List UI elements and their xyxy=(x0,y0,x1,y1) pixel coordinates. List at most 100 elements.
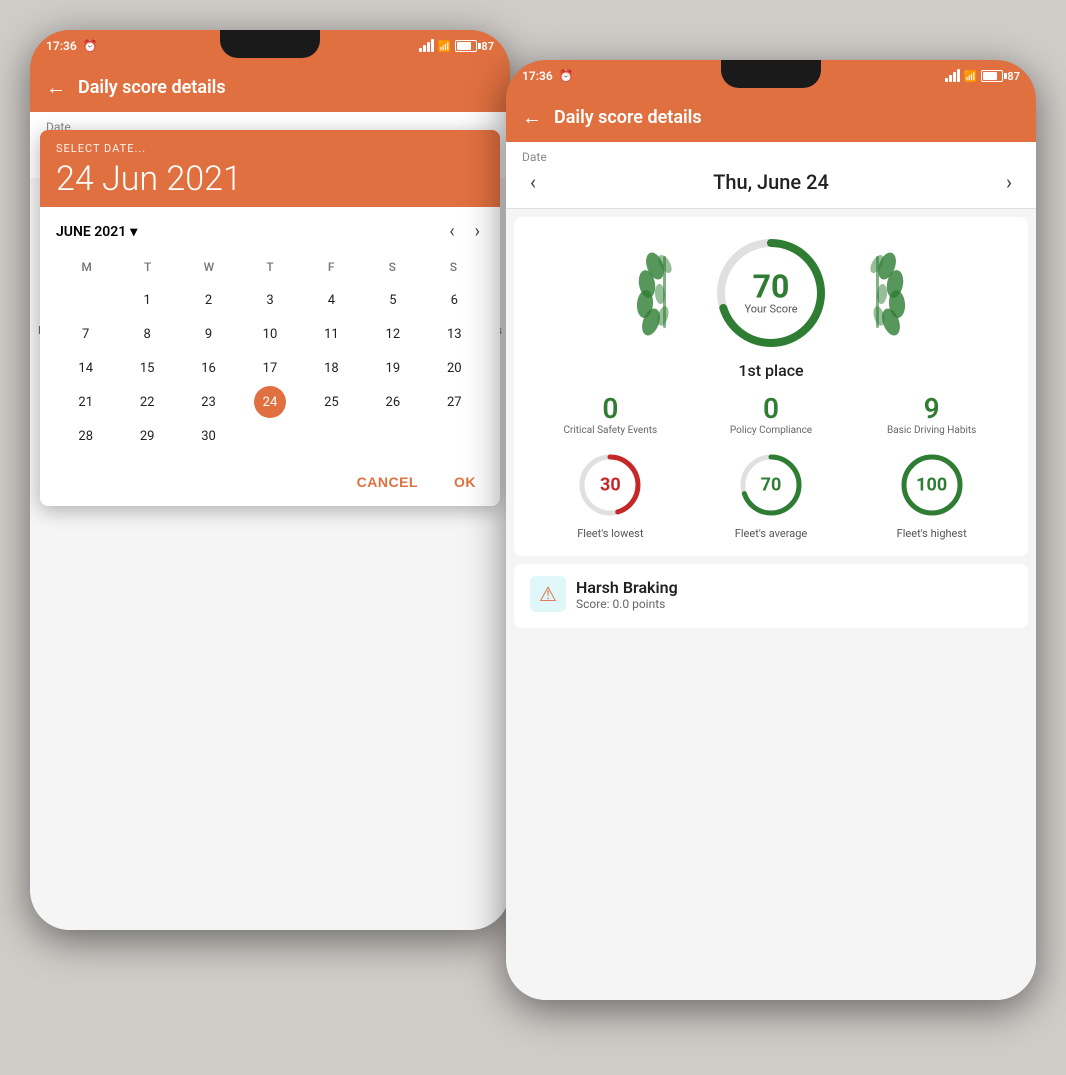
fleet-lowest-circle: 30 xyxy=(574,449,646,521)
cal-day-11[interactable]: 11 xyxy=(315,318,347,350)
cal-day-26[interactable]: 26 xyxy=(377,386,409,418)
score-label: Your Score xyxy=(744,303,797,316)
wifi-icon-back: 📶 xyxy=(438,40,452,53)
front-phone: 17:36 ⏰ 📶 87 ← Daily score details xyxy=(506,60,1036,1000)
cal-day-17[interactable]: 17 xyxy=(254,352,286,384)
cal-day-23[interactable]: 23 xyxy=(193,386,225,418)
alarm-icon-front: ⏰ xyxy=(559,69,574,83)
notch xyxy=(220,30,320,58)
weekday-s2: S xyxy=(423,256,484,278)
cal-day-22[interactable]: 22 xyxy=(131,386,163,418)
cal-day-29[interactable]: 29 xyxy=(131,420,163,452)
date-label-front: Date xyxy=(522,150,1020,164)
cal-day-16[interactable]: 16 xyxy=(193,352,225,384)
time-front: 17:36 xyxy=(522,69,553,83)
battery-icon-front xyxy=(981,70,1003,82)
picker-dropdown-icon[interactable]: ▾ xyxy=(130,224,137,240)
picker-next-month[interactable]: › xyxy=(471,217,484,246)
cal-day-9[interactable]: 9 xyxy=(193,318,225,350)
cal-day-19[interactable]: 19 xyxy=(377,352,409,384)
laurel-left xyxy=(635,246,695,340)
cal-day-8[interactable]: 8 xyxy=(131,318,163,350)
cal-day-1[interactable]: 1 xyxy=(131,284,163,316)
critical-safety-label: Critical Safety Events xyxy=(530,425,691,437)
picker-cancel-button[interactable]: CANCEL xyxy=(349,470,426,494)
battery-icon-back xyxy=(455,40,477,52)
calendar-days[interactable]: 1234567891011121314151617181920212223242… xyxy=(56,284,484,452)
fleet-average-circle: 70 xyxy=(735,449,807,521)
back-phone: 17:36 ⏰ 📶 87 ← Daily score details xyxy=(30,30,510,930)
wifi-icon-front: 📶 xyxy=(964,70,978,83)
time-back: 17:36 xyxy=(46,39,77,53)
stats-row: 0 Critical Safety Events 0 Policy Compli… xyxy=(530,392,1012,437)
fleet-average-item: 70 Fleet's average xyxy=(691,449,852,540)
back-button-back[interactable]: ← xyxy=(46,75,66,100)
weekday-m: M xyxy=(56,256,117,278)
date-next-front[interactable]: › xyxy=(998,166,1020,198)
date-picker-overlay[interactable]: SELECT DATE... 24 Jun 2021 JUNE 2021 ▾ ‹… xyxy=(40,130,500,506)
cal-day-24[interactable]: 24 xyxy=(254,386,286,418)
back-button-front[interactable]: ← xyxy=(522,105,542,130)
signal-icon-front xyxy=(945,70,960,82)
picker-date-big: 24 Jun 2021 xyxy=(56,159,484,199)
battery-pct-front: 87 xyxy=(1007,70,1020,83)
picker-prev-month[interactable]: ‹ xyxy=(445,217,458,246)
fleet-lowest-number: 30 xyxy=(600,475,621,496)
cal-day-13[interactable]: 13 xyxy=(438,318,470,350)
score-number: 70 xyxy=(744,271,797,303)
cal-day-20[interactable]: 20 xyxy=(438,352,470,384)
cal-day-25[interactable]: 25 xyxy=(315,386,347,418)
weekday-t1: T xyxy=(117,256,178,278)
policy-compliance-label: Policy Compliance xyxy=(691,425,852,437)
alarm-icon-back: ⏰ xyxy=(83,39,98,53)
harsh-braking-header: ⚠ Harsh Braking Score: 0.0 points xyxy=(530,576,1012,612)
stat-policy-compliance: 0 Policy Compliance xyxy=(691,392,852,437)
cal-day-6[interactable]: 6 xyxy=(438,284,470,316)
cal-day-30[interactable]: 30 xyxy=(193,420,225,452)
cal-day-10[interactable]: 10 xyxy=(254,318,286,350)
notch-front xyxy=(721,60,821,88)
cal-day-27[interactable]: 27 xyxy=(438,386,470,418)
cal-day-28[interactable]: 28 xyxy=(70,420,102,452)
app-header-back: ← Daily score details xyxy=(30,62,510,112)
cal-day-18[interactable]: 18 xyxy=(315,352,347,384)
fleet-lowest-label: Fleet's lowest xyxy=(577,527,643,540)
score-circle-front: 70 Your Score xyxy=(711,233,831,353)
fleet-average-number: 70 xyxy=(761,475,782,496)
cal-day-7[interactable]: 7 xyxy=(70,318,102,350)
cal-day-14[interactable]: 14 xyxy=(70,352,102,384)
date-section-front: Date ‹ Thu, June 24 › xyxy=(506,142,1036,209)
calendar-weekdays: M T W T F S S xyxy=(56,256,484,278)
picker-body: JUNE 2021 ▾ ‹ › M T W T xyxy=(40,207,500,462)
date-prev-front[interactable]: ‹ xyxy=(522,166,544,198)
cal-day-15[interactable]: 15 xyxy=(131,352,163,384)
basic-driving-label: Basic Driving Habits xyxy=(851,425,1012,437)
harsh-braking-section: ⚠ Harsh Braking Score: 0.0 points xyxy=(514,564,1028,628)
place-text: 1st place xyxy=(738,361,803,380)
page-title-back: Daily score details xyxy=(78,77,226,98)
fleet-row-front: 30 Fleet's lowest 70 Flee xyxy=(530,449,1012,540)
cal-day-12[interactable]: 12 xyxy=(377,318,409,350)
fleet-highest-circle: 100 xyxy=(896,449,968,521)
picker-actions: CANCEL OK xyxy=(40,462,500,506)
battery-pct-back: 87 xyxy=(481,40,494,53)
stat-basic-driving: 9 Basic Driving Habits xyxy=(851,392,1012,437)
picker-month-label: JUNE 2021 ▾ xyxy=(56,224,137,240)
calendar-grid: M T W T F S S 12345678910111213141516171… xyxy=(56,256,484,452)
cal-day-5[interactable]: 5 xyxy=(377,284,409,316)
page-title-front: Daily score details xyxy=(554,107,702,128)
app-header-front: ← Daily score details xyxy=(506,92,1036,142)
cal-day-21[interactable]: 21 xyxy=(70,386,102,418)
cal-day-2[interactable]: 2 xyxy=(193,284,225,316)
picker-ok-button[interactable]: OK xyxy=(446,470,484,494)
laurel-right xyxy=(847,246,907,340)
harsh-braking-score: Score: 0.0 points xyxy=(576,597,678,611)
weekday-t2: T xyxy=(239,256,300,278)
picker-nav-buttons: ‹ › xyxy=(445,217,484,246)
cal-day-3[interactable]: 3 xyxy=(254,284,286,316)
critical-safety-value: 0 xyxy=(530,392,691,425)
picker-select-label: SELECT DATE... xyxy=(56,142,484,155)
cal-day-empty xyxy=(70,284,102,316)
harsh-braking-title: Harsh Braking xyxy=(576,578,678,597)
cal-day-4[interactable]: 4 xyxy=(315,284,347,316)
